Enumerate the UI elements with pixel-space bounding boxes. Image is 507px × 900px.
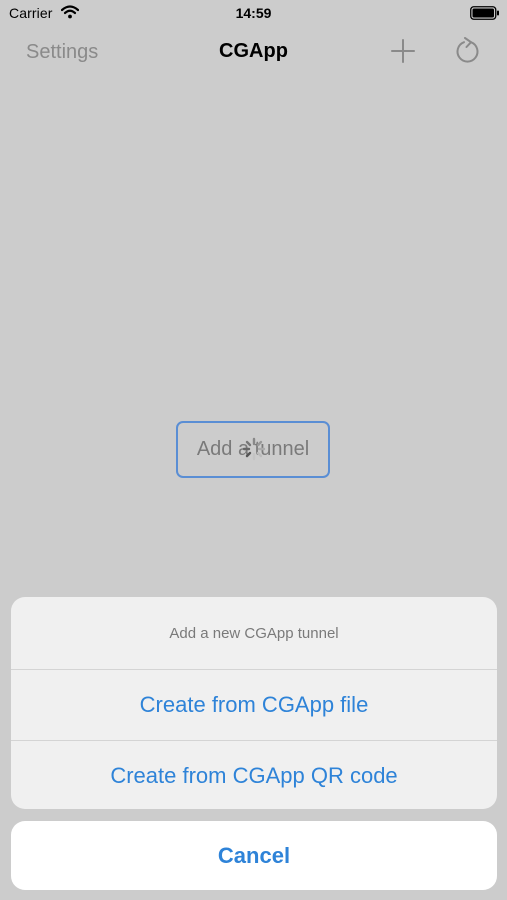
cancel-button[interactable]: Cancel (11, 821, 497, 890)
action-sheet: Add a new CGApp tunnel Create from CGApp… (11, 597, 497, 809)
nav-bar: Settings CGApp (0, 28, 507, 78)
add-icon[interactable] (390, 38, 416, 64)
refresh-icon[interactable] (454, 37, 482, 65)
create-from-file-button[interactable]: Create from CGApp file (11, 669, 497, 740)
status-bar: Carrier 14:59 (0, 0, 507, 28)
battery-icon (470, 6, 499, 20)
create-from-qr-code-button[interactable]: Create from CGApp QR code (11, 740, 497, 809)
action-sheet-title: Add a new CGApp tunnel (169, 624, 339, 642)
spinner-icon (242, 437, 266, 461)
page-title: CGApp (219, 40, 288, 62)
status-time: 14:59 (235, 5, 272, 21)
